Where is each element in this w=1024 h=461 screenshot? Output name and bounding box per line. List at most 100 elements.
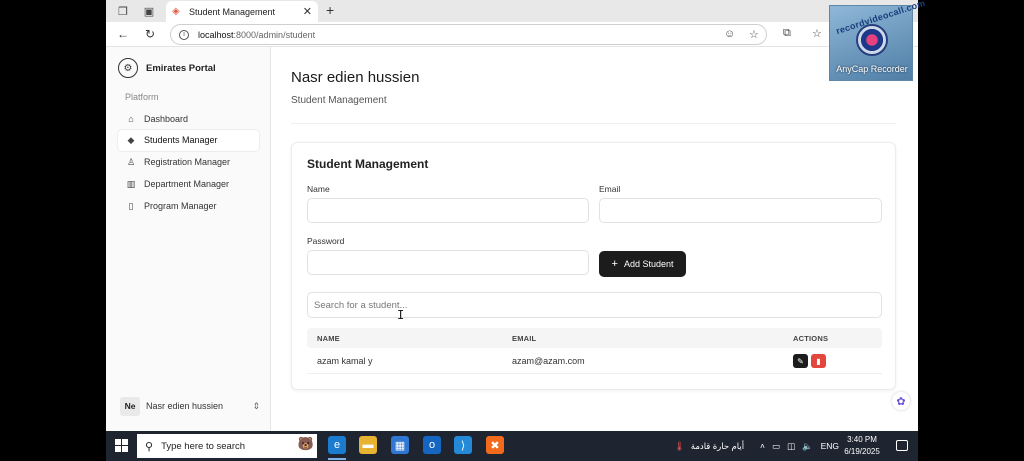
brand-name: Emirates Portal [146,62,216,74]
taskbar-search-text: Type here to search [161,440,246,452]
column-header-actions: ACTIONS [793,334,829,343]
home-icon: ⌂ [128,113,134,124]
page-subtitle: Student Management [291,95,387,106]
graduation-cap-icon: ◆ [127,135,135,146]
chevron-up-icon[interactable]: ˄ [760,441,765,451]
sidebar-nav: ⌂ Dashboard ◆ Students Manager ♙ Registr… [118,108,259,217]
active-app-indicator [328,458,346,460]
email-label: Email [599,184,621,194]
weather-widget[interactable]: 🌡 أيام حارة قادمة [674,431,744,461]
sidebar-section-label: Platform [125,92,159,102]
system-tray: ˄ ▭ ◫ 🔈 ENG [760,431,839,461]
workspaces-icon[interactable]: ❐ [115,3,131,19]
table-header: NAME EMAIL ACTIONS [307,328,882,348]
brand-logo-icon: ⚙ [118,58,138,78]
edge-browser-icon[interactable]: e [328,436,346,454]
add-student-button[interactable]: + Add Student [599,251,686,277]
book-icon: ▯ [128,200,134,211]
search-icon: ⚲ [145,440,154,453]
sidebar-item-students-manager[interactable]: ◆ Students Manager [118,129,259,151]
refresh-icon[interactable]: ↻ [142,26,158,42]
volume-icon[interactable]: 🔈 [802,441,813,452]
laravel-favicon-icon: ◈ [172,5,180,17]
sidebar-item-label: Students Manager [144,135,218,146]
taskbar-search-box[interactable]: ⚲ Type here to search 🐻 [137,434,317,458]
sidebar-item-dashboard[interactable]: ⌂ Dashboard [118,108,259,129]
student-name-cell: azam kamal y [317,356,373,366]
extensions-icon[interactable]: ⧉ [783,27,791,40]
tab-actions-icon[interactable]: ▣ [141,3,157,19]
url-input[interactable]: i localhost:8000/admin/student ☺ ☆ [170,24,767,45]
password-label: Password [307,236,345,246]
user-menu[interactable]: Ne Nasr edien hussien ⇕ [120,396,260,416]
clock-time: 3:40 PM [847,435,877,444]
column-header-name: NAME [317,334,340,343]
site-info-icon[interactable]: i [179,29,189,40]
email-input[interactable] [599,198,882,223]
clock-date: 6/19/2025 [844,447,880,456]
taskbar-clock[interactable]: 3:40 PM 6/19/2025 [834,434,890,458]
tab-student-management[interactable]: ◈ Student Management ✕ [166,1,318,22]
card-title: Student Management [307,157,429,171]
url-host: localhost [198,29,234,40]
user-icon: ♙ [126,157,136,168]
search-highlight-icon: 🐻 [297,436,314,451]
sidebar-item-label: Registration Manager [144,157,231,168]
plus-icon: + [611,258,618,270]
watermark-label: AnyCap Recorder [836,64,908,74]
edit-icon: ✎ [797,356,804,366]
emoji-icon[interactable]: ☺ [724,28,735,40]
battery-icon[interactable]: ▭ [772,441,780,452]
sidebar: ⚙ Emirates Portal Platform ⌂ Dashboard ◆… [106,47,271,431]
sidebar-item-label: Dashboard [144,113,189,124]
favorite-star-icon[interactable]: ☆ [749,28,759,41]
student-management-card: Student Management Name Email Password +… [291,142,896,390]
page-title: Nasr edien hussien [291,69,420,86]
building-icon: ▥ [126,178,136,189]
back-arrow-icon[interactable]: ← [115,26,131,42]
sidebar-item-registration-manager[interactable]: ♙ Registration Manager [118,152,259,173]
student-search-input[interactable] [307,292,882,318]
tab-title: Student Management [189,6,276,17]
record-icon [856,24,888,56]
students-table: NAME EMAIL ACTIONS azam kamal y azam@aza… [307,328,882,374]
sidebar-item-label: Program Manager [144,200,217,211]
sidebar-item-program-manager[interactable]: ▯ Program Manager [118,195,259,216]
file-explorer-icon[interactable]: ▬ [359,436,377,454]
divider [291,123,896,124]
trash-icon: ▮ [816,356,821,366]
edit-button[interactable]: ✎ [793,354,808,368]
vscode-icon[interactable]: ⟩ [454,436,472,454]
name-label: Name [307,184,330,194]
brand[interactable]: ⚙ Emirates Portal [118,58,216,78]
assistant-brain-icon[interactable]: ✿ [892,392,910,410]
notification-icon[interactable] [896,440,908,451]
address-bar-row: ← ↻ i localhost:8000/admin/student ☺ ☆ ⧉… [106,22,918,47]
text-cursor-icon: I [397,308,405,322]
delete-button[interactable]: ▮ [811,354,826,368]
taskbar: ⚲ Type here to search 🐻 e ▬ ▦ o ⟩ ✖ 🌡 أي… [106,431,918,461]
password-input[interactable] [307,250,589,275]
avatar: Ne [120,396,140,416]
url-path: :8000/admin/student [233,29,316,40]
new-tab-button[interactable]: + [326,2,334,18]
thermometer-icon: 🌡 [674,440,685,451]
tab-strip: ❐ ▣ ◈ Student Management ✕ + [106,0,918,22]
windows-start-icon[interactable] [115,439,128,452]
user-name: Nasr edien hussien [146,401,224,411]
network-icon[interactable]: ◫ [787,441,795,452]
recorder-watermark: recordvideocall.com AnyCap Recorder [829,0,927,81]
store-icon[interactable]: ▦ [391,436,409,454]
table-row: azam kamal y azam@azam.com ✎ ▮ [307,348,882,374]
chevron-up-down-icon: ⇕ [252,400,260,411]
close-tab-icon[interactable]: ✕ [303,5,312,18]
xampp-icon[interactable]: ✖ [486,436,504,454]
weather-text: أيام حارة قادمة [690,440,745,451]
sidebar-item-department-manager[interactable]: ▥ Department Manager [118,173,259,194]
outlook-icon[interactable]: o [423,436,441,454]
sidebar-item-label: Department Manager [144,178,230,189]
browser-window: ❐ ▣ ◈ Student Management ✕ + ← ↻ i local… [106,0,918,461]
student-email-cell: azam@azam.com [512,356,585,366]
favorites-icon[interactable]: ☆ [812,27,822,40]
name-input[interactable] [307,198,589,223]
